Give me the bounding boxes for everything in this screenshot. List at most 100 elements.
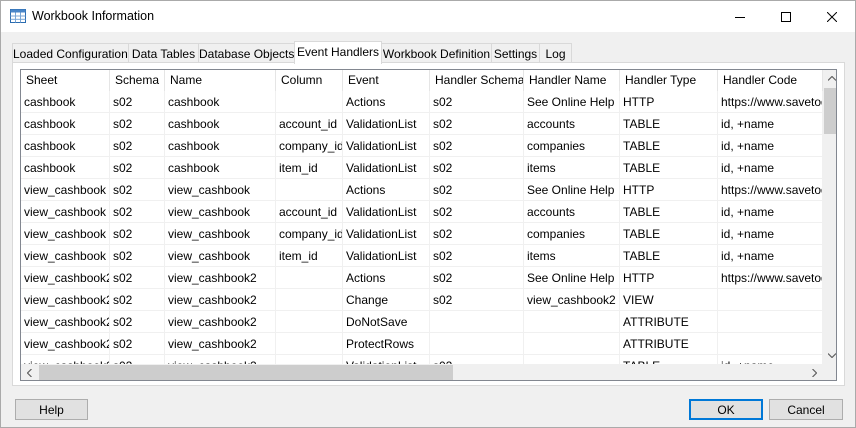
table-cell[interactable] xyxy=(276,333,343,355)
table-cell[interactable]: company_id xyxy=(276,135,343,157)
table-cell[interactable]: view_cashbook2 xyxy=(21,311,110,333)
table-cell[interactable]: item_id xyxy=(276,157,343,179)
table-cell[interactable]: s02 xyxy=(430,91,524,113)
tab-workbook-definition[interactable]: Workbook Definition xyxy=(381,43,492,63)
table-row[interactable]: view_cashbook s02 view_cashbook company_id V… xyxy=(21,223,823,245)
minimize-button[interactable] xyxy=(717,1,763,32)
table-cell[interactable]: accounts xyxy=(524,113,620,135)
table-cell[interactable]: id, +name xyxy=(718,135,823,157)
column-header[interactable]: Event xyxy=(343,70,430,91)
table-cell[interactable]: account_id xyxy=(276,201,343,223)
table-cell[interactable]: s02 xyxy=(110,179,165,201)
table-cell[interactable]: TABLE xyxy=(620,245,718,267)
table-cell[interactable]: HTTP xyxy=(620,267,718,289)
table-cell[interactable]: s02 xyxy=(430,267,524,289)
table-cell[interactable]: view_cashbook xyxy=(21,201,110,223)
table-cell[interactable]: accounts xyxy=(524,201,620,223)
table-cell[interactable] xyxy=(430,333,524,355)
table-row[interactable]: view_cashbook2 s02 view_cashbook2 ProtectRo… xyxy=(21,333,823,355)
table-cell[interactable]: Actions xyxy=(343,91,430,113)
column-header[interactable]: Handler Type xyxy=(620,70,718,91)
tab-settings[interactable]: Settings xyxy=(491,43,540,63)
table-cell[interactable]: ValidationList xyxy=(343,223,430,245)
table-cell[interactable]: HTTP xyxy=(620,91,718,113)
table-cell[interactable]: ValidationList xyxy=(343,245,430,267)
table-cell[interactable]: companies xyxy=(524,135,620,157)
table-row[interactable]: cashbook s02 cashbook Actions s02 See Online … xyxy=(21,91,823,113)
table-cell[interactable]: TABLE xyxy=(620,201,718,223)
table-cell[interactable]: VIEW xyxy=(620,289,718,311)
scroll-right-button[interactable] xyxy=(806,364,823,380)
table-cell[interactable]: id, +name xyxy=(718,223,823,245)
table-cell[interactable]: items xyxy=(524,245,620,267)
table-cell[interactable]: s02 xyxy=(110,157,165,179)
table-cell[interactable]: id, +name xyxy=(718,157,823,179)
table-cell[interactable] xyxy=(718,333,823,355)
table-cell[interactable]: s02 xyxy=(110,135,165,157)
table-cell[interactable]: view_cashbook2 xyxy=(21,267,110,289)
table-cell[interactable]: ProtectRows xyxy=(343,333,430,355)
table-cell[interactable]: s02 xyxy=(110,223,165,245)
table-cell[interactable] xyxy=(430,311,524,333)
table-cell[interactable]: ValidationList xyxy=(343,113,430,135)
horizontal-scrollbar[interactable] xyxy=(21,364,823,380)
table-cell[interactable]: items xyxy=(524,157,620,179)
table-cell[interactable]: view_cashbook2 xyxy=(21,333,110,355)
table-cell[interactable]: cashbook xyxy=(21,157,110,179)
table-cell[interactable]: view_cashbook xyxy=(165,201,276,223)
table-cell[interactable]: s02 xyxy=(110,333,165,355)
table-cell[interactable]: https://www.savetod xyxy=(718,267,823,289)
table-cell[interactable] xyxy=(276,289,343,311)
table-cell[interactable]: See Online Help xyxy=(524,179,620,201)
table-cell[interactable]: See Online Help xyxy=(524,267,620,289)
table-row[interactable]: cashbook s02 cashbook company_id ValidationL… xyxy=(21,135,823,157)
table-cell[interactable]: HTTP xyxy=(620,179,718,201)
table-cell[interactable] xyxy=(276,311,343,333)
table-cell[interactable]: Change xyxy=(343,289,430,311)
table-cell[interactable]: ValidationList xyxy=(343,157,430,179)
table-cell[interactable]: s02 xyxy=(110,201,165,223)
table-cell[interactable]: s02 xyxy=(110,289,165,311)
table-cell[interactable]: cashbook xyxy=(21,113,110,135)
cancel-button[interactable]: Cancel xyxy=(769,399,843,420)
help-button[interactable]: Help xyxy=(15,399,88,420)
table-cell[interactable]: https://www.savetod xyxy=(718,91,823,113)
table-cell[interactable]: view_cashbook xyxy=(21,223,110,245)
table-cell[interactable]: view_cashbook2 xyxy=(165,333,276,355)
column-header[interactable]: Sheet xyxy=(21,70,110,91)
table-cell[interactable] xyxy=(718,289,823,311)
table-row[interactable]: view_cashbook2 s02 view_cashbook2 Actions s0… xyxy=(21,267,823,289)
table-cell[interactable]: account_id xyxy=(276,113,343,135)
ok-button[interactable]: OK xyxy=(689,399,763,420)
title-bar[interactable]: Workbook Information xyxy=(1,1,855,32)
tab-database-objects[interactable]: Database Objects xyxy=(198,43,295,63)
table-cell[interactable]: See Online Help xyxy=(524,91,620,113)
event-handlers-grid[interactable]: Sheet Schema Name Column Event Handler Schema… xyxy=(20,69,837,381)
table-cell[interactable]: ValidationList xyxy=(343,201,430,223)
table-cell[interactable]: id, +name xyxy=(718,245,823,267)
table-cell[interactable]: cashbook xyxy=(165,91,276,113)
table-cell[interactable]: DoNotSave xyxy=(343,311,430,333)
vertical-scroll-thumb[interactable] xyxy=(824,88,836,134)
tab-loaded-configurations[interactable]: Loaded Configurations xyxy=(12,43,134,63)
column-header[interactable]: Handler Schema xyxy=(430,70,524,91)
table-cell[interactable]: view_cashbook xyxy=(165,179,276,201)
table-cell[interactable]: TABLE xyxy=(620,157,718,179)
table-cell[interactable]: view_cashbook2 xyxy=(165,311,276,333)
table-row[interactable]: view_cashbook s02 view_cashbook account_id V… xyxy=(21,201,823,223)
table-cell[interactable]: view_cashbook2 xyxy=(524,289,620,311)
table-cell[interactable]: https://www.savetod xyxy=(718,179,823,201)
table-cell[interactable]: view_cashbook xyxy=(165,245,276,267)
table-cell[interactable]: ValidationList xyxy=(343,135,430,157)
table-row[interactable]: cashbook s02 cashbook account_id ValidationL… xyxy=(21,113,823,135)
table-cell[interactable]: view_cashbook xyxy=(21,245,110,267)
scroll-down-button[interactable] xyxy=(823,347,836,364)
table-cell[interactable]: cashbook xyxy=(165,135,276,157)
table-cell[interactable]: cashbook xyxy=(165,157,276,179)
table-cell[interactable]: cashbook xyxy=(21,91,110,113)
table-cell[interactable]: item_id xyxy=(276,245,343,267)
table-cell[interactable]: cashbook xyxy=(21,135,110,157)
table-cell[interactable]: Actions xyxy=(343,267,430,289)
column-header[interactable]: Name xyxy=(165,70,276,91)
table-cell[interactable]: TABLE xyxy=(620,113,718,135)
